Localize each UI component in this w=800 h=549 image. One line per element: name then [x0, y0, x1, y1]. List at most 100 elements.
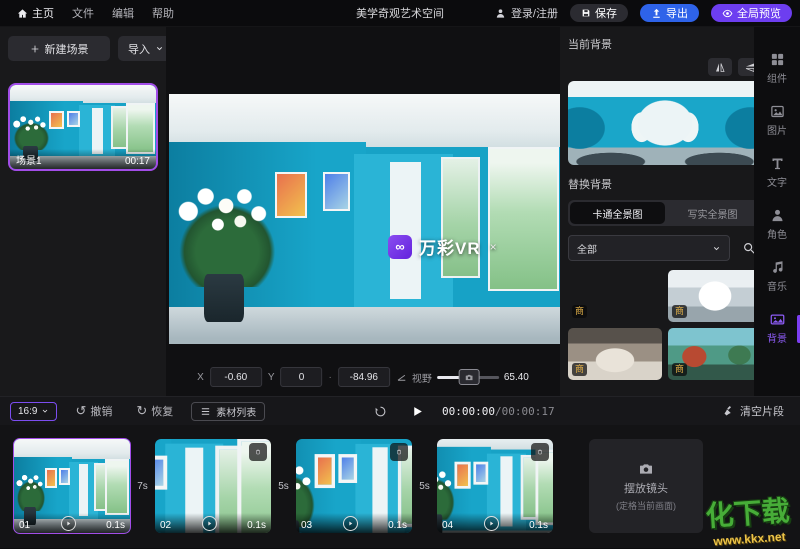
tab-realistic-panorama[interactable]: 写实全景图 — [665, 202, 760, 224]
clip-play-icon[interactable] — [202, 516, 217, 531]
play-button[interactable] — [405, 404, 430, 419]
rotation-input[interactable]: -84.96 — [338, 367, 390, 387]
main-menu: 主页 文件 编辑 帮助 — [8, 0, 183, 26]
scene-gap-duration: 5s — [271, 481, 296, 492]
clip-play-icon[interactable] — [484, 516, 499, 531]
clip-duration: 0.1s — [529, 520, 548, 531]
top-menu-bar: 主页 文件 编辑 帮助 美学奇观艺术空间 登录/注册 保存 导出 全局预览 — [0, 0, 800, 27]
aspect-ratio-button[interactable]: 16:9 — [10, 402, 57, 421]
loop-icon — [374, 405, 387, 418]
delete-clip-button[interactable] — [390, 443, 408, 461]
scene-list-item[interactable]: 场景1 00:17 — [8, 83, 158, 171]
scene-gap-duration: 7s — [130, 481, 155, 492]
wancai-logo-icon: ∞ — [388, 235, 412, 259]
clip-play-icon[interactable] — [61, 516, 76, 531]
rail-item-images[interactable]: 图片 — [754, 102, 800, 139]
user-icon — [495, 8, 506, 19]
commercial-badge: 商 — [572, 305, 587, 318]
scene-duration: 00:17 — [125, 156, 150, 167]
delete-clip-button[interactable] — [531, 443, 549, 461]
menu-home[interactable]: 主页 — [8, 0, 63, 26]
fov-camera-thumb[interactable] — [459, 369, 480, 385]
character-icon — [770, 208, 785, 223]
rail-item-text[interactable]: 文字 — [754, 154, 800, 191]
menu-edit[interactable]: 编辑 — [103, 0, 143, 26]
commercial-badge: 商 — [572, 363, 587, 376]
playback-controls: 00:00:00/00:00:17 — [368, 404, 555, 419]
timeline-clip-2[interactable]: 02 0.1s — [155, 439, 271, 533]
separator-dot: · — [328, 372, 331, 383]
rail-item-music[interactable]: 音乐 — [754, 258, 800, 295]
material-list-button[interactable]: 素材列表 — [191, 402, 265, 421]
timeline-clip-1[interactable]: 01 0.1s — [14, 439, 130, 533]
menu-file[interactable]: 文件 — [63, 0, 103, 26]
camera-icon — [464, 373, 475, 382]
trash-icon — [396, 447, 402, 457]
vr-viewport[interactable] — [169, 94, 563, 344]
project-title: 美学奇观艺术空间 — [356, 5, 444, 21]
watermark-close-icon[interactable]: × — [490, 240, 497, 254]
clip-duration: 0.1s — [247, 520, 266, 531]
panorama-thumbnail[interactable]: 商 — [668, 328, 762, 380]
flip-horizontal-button[interactable] — [708, 58, 732, 76]
fov-label: 视野 — [412, 370, 432, 385]
current-background-title: 当前背景 — [568, 36, 762, 52]
image-icon — [770, 104, 785, 119]
category-dropdown[interactable]: 全部 — [568, 235, 730, 261]
new-scene-button[interactable]: 新建场景 — [8, 36, 110, 61]
commercial-badge: 商 — [672, 363, 687, 376]
x-input[interactable]: -0.60 — [210, 367, 262, 387]
global-preview-button[interactable]: 全局预览 — [711, 4, 792, 22]
fov-slider[interactable] — [437, 376, 499, 379]
rail-item-characters[interactable]: 角色 — [754, 206, 800, 243]
components-icon — [770, 52, 785, 67]
undo-icon: ↺ — [75, 403, 86, 419]
replace-background-title: 替换背景 — [568, 176, 762, 192]
delete-clip-button[interactable] — [249, 443, 267, 461]
rail-item-background[interactable]: 背景 — [754, 310, 800, 347]
y-input[interactable]: 0 — [280, 367, 322, 387]
camera-icon — [637, 461, 655, 477]
timeline-clip-4[interactable]: 04 0.1s — [437, 439, 553, 533]
loop-button[interactable] — [368, 404, 393, 419]
chevron-down-icon — [41, 407, 49, 415]
commercial-badge: 商 — [672, 305, 687, 318]
camera-controls-bar: X -0.60 Y 0 · -84.96 视野 65.40 — [197, 367, 529, 387]
clip-number: 03 — [301, 520, 312, 531]
broom-icon — [723, 405, 735, 417]
login-register-button[interactable]: 登录/注册 — [495, 5, 558, 21]
timeline-clip-3[interactable]: 03 0.1s — [296, 439, 412, 533]
tab-cartoon-panorama[interactable]: 卡通全景图 — [570, 202, 665, 224]
export-arrow-icon — [651, 8, 662, 19]
rail-item-components[interactable]: 组件 — [754, 50, 800, 87]
export-button[interactable]: 导出 — [640, 4, 699, 22]
background-icon — [770, 312, 785, 327]
clip-number: 04 — [442, 520, 453, 531]
scene-panel: 新建场景 导入 场景1 00:17 — [0, 26, 182, 396]
panorama-thumbnail[interactable]: 商 — [568, 328, 662, 380]
clip-play-icon[interactable] — [343, 516, 358, 531]
save-button[interactable]: 保存 — [570, 4, 628, 22]
clip-strip: 01 0.1s 7s 02 0.1s 5s — [0, 424, 800, 548]
brand-watermark: ∞ 万彩VR × — [388, 234, 497, 259]
panorama-thumbnail[interactable]: 商 — [668, 270, 762, 322]
clip-number: 02 — [160, 520, 171, 531]
time-display: 00:00:00/00:00:17 — [442, 405, 555, 418]
redo-button[interactable]: ↻ 恢复 — [130, 402, 179, 420]
current-background-panorama — [568, 81, 762, 165]
panorama-thumbnail[interactable]: 商 — [568, 270, 662, 322]
background-panel: 当前背景 替换背景 卡通全景图 写实全景图 全部 商 商 商 商 — [560, 26, 770, 396]
save-icon — [581, 8, 591, 18]
place-camera-button[interactable]: 摆放镜头 (定格当前画面) — [589, 439, 703, 533]
home-icon — [17, 8, 28, 19]
y-label: Y — [268, 372, 275, 383]
x-label: X — [197, 372, 204, 383]
panorama-type-tabs: 卡通全景图 写实全景图 — [568, 200, 762, 226]
menu-help[interactable]: 帮助 — [143, 0, 183, 26]
flip-horizontal-icon — [714, 61, 726, 74]
clear-clips-button[interactable]: 清空片段 — [717, 402, 790, 420]
text-icon — [770, 156, 785, 171]
brand-watermark-text: 万彩VR — [419, 234, 481, 259]
undo-button[interactable]: ↺ 撤销 — [69, 402, 118, 420]
trash-icon — [537, 447, 543, 457]
